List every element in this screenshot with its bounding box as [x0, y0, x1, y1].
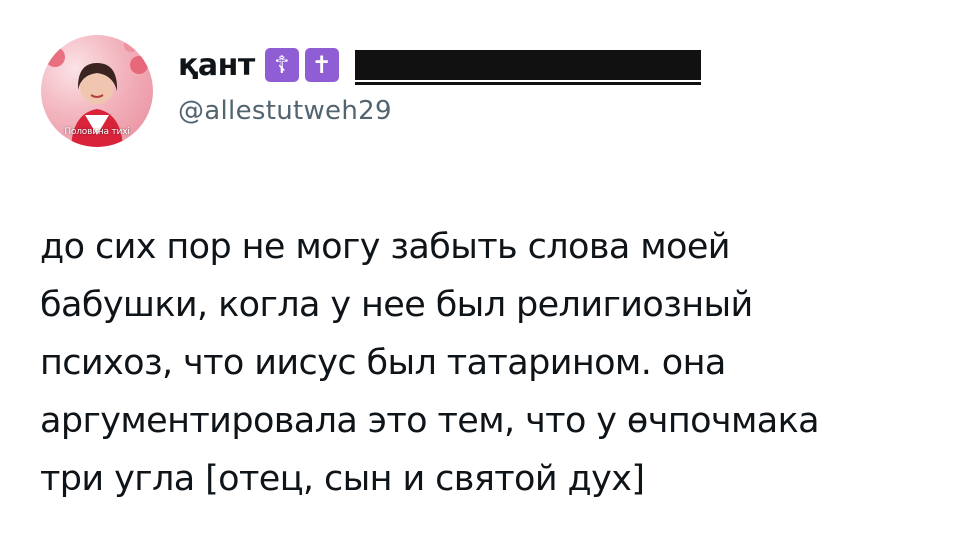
tweet-text-line: психоз, что иисус был татарином. она	[40, 343, 726, 383]
tweet-header: қант ☦ ✝ @allestutweh29	[178, 44, 701, 126]
tweet-card: Половина тихі қант ☦ ✝ @allestutweh29 до…	[0, 0, 955, 537]
orthodox-cross-icon: ☦	[264, 48, 299, 82]
user-handle[interactable]: @allestutweh29	[178, 96, 701, 126]
latin-cross-icon: ✝	[304, 48, 339, 82]
tweet-text-line: бабушки, когла у нее был религиозный	[40, 285, 753, 325]
tweet-text: до сих пор не могу забыть слова моей баб…	[40, 218, 940, 508]
user-avatar[interactable]: Половина тихі	[41, 35, 153, 147]
avatar-caption: Половина тихі	[64, 127, 130, 137]
tweet-text-line: три угла [отец, сын и святой дух]	[40, 459, 645, 499]
tweet-text-line: до сих пор не могу забыть слова моей	[40, 227, 731, 267]
redaction-bar	[354, 50, 701, 85]
display-name[interactable]: қант	[178, 48, 255, 83]
name-row: қант ☦ ✝	[178, 44, 701, 86]
tweet-text-line: аргументировала это тем, что у өчпочмака	[40, 401, 820, 441]
